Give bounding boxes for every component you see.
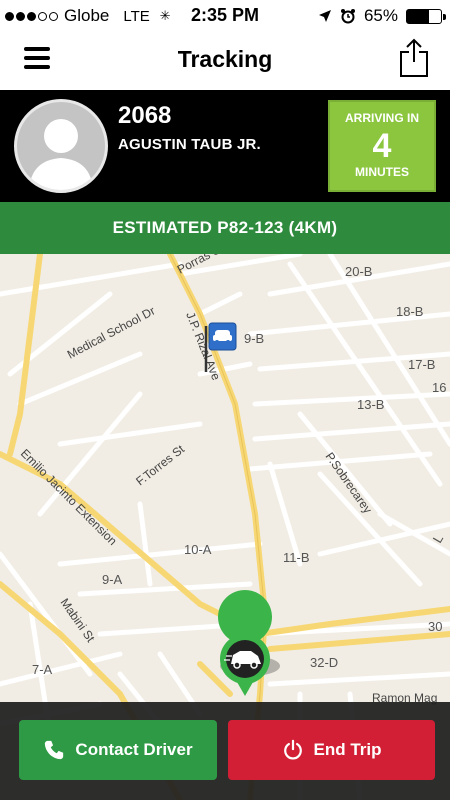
block-label: 20-B bbox=[345, 264, 372, 279]
block-label: 18-B bbox=[396, 304, 423, 319]
page-title: Tracking bbox=[177, 46, 273, 72]
contact-driver-button[interactable]: Contact Driver bbox=[19, 720, 217, 780]
battery-percent: 65% bbox=[363, 6, 398, 25]
driver-avatar bbox=[14, 99, 108, 193]
action-bar: Contact Driver End Trip bbox=[0, 702, 450, 800]
alarm-clock-icon bbox=[340, 9, 355, 24]
arrival-eta-box: ARRIVING IN 4 MINUTES bbox=[328, 100, 436, 192]
person-silhouette-icon bbox=[29, 119, 93, 190]
driver-panel: 2068 AGUSTIN TAUB JR. ARRIVING IN 4 MINU… bbox=[0, 90, 450, 202]
block-label: 7-A bbox=[32, 662, 53, 677]
share-icon[interactable] bbox=[398, 38, 430, 78]
block-label: 16 bbox=[432, 380, 446, 395]
arrival-label: ARRIVING IN bbox=[344, 111, 419, 125]
block-label: 13-B bbox=[357, 397, 384, 412]
arrival-unit: MINUTES bbox=[355, 165, 409, 179]
power-icon bbox=[283, 739, 302, 760]
status-right-group: 65% bbox=[318, 6, 446, 26]
location-arrow-icon bbox=[318, 10, 331, 22]
block-label: 10-A bbox=[184, 542, 212, 557]
street-label-ftorres: F.Torres St bbox=[133, 442, 187, 489]
driver-number: 2068 bbox=[118, 102, 172, 129]
battery-fill bbox=[407, 9, 430, 23]
block-label: 30 bbox=[428, 619, 442, 634]
block-label: 9-A bbox=[102, 572, 123, 587]
nav-bar: Tracking bbox=[0, 30, 450, 90]
block-label: 32-D bbox=[310, 655, 338, 670]
end-trip-label: End Trip bbox=[313, 740, 382, 759]
block-label: 9-B bbox=[244, 331, 264, 346]
battery-icon bbox=[406, 8, 446, 24]
block-label: 17-B bbox=[408, 357, 435, 372]
street-label-emilio-jacinto: Emilio Jacinto Extension bbox=[18, 446, 120, 548]
driver-name: AGUSTIN TAUB JR. bbox=[118, 136, 261, 153]
contact-driver-label: Contact Driver bbox=[75, 740, 193, 759]
driver-car-marker-icon[interactable] bbox=[218, 590, 280, 696]
phone-icon bbox=[45, 740, 64, 760]
arrival-value: 4 bbox=[372, 127, 392, 165]
fare-estimate-bar: ESTIMATED P82-123 (4KM) bbox=[0, 202, 450, 254]
block-label: 11-B bbox=[283, 550, 310, 565]
street-label-medical-school: Medical School Dr bbox=[65, 304, 158, 362]
status-bar: Globe LTE ✳ 2:35 PM 65% bbox=[0, 0, 450, 30]
end-trip-button[interactable]: End Trip bbox=[228, 720, 435, 780]
